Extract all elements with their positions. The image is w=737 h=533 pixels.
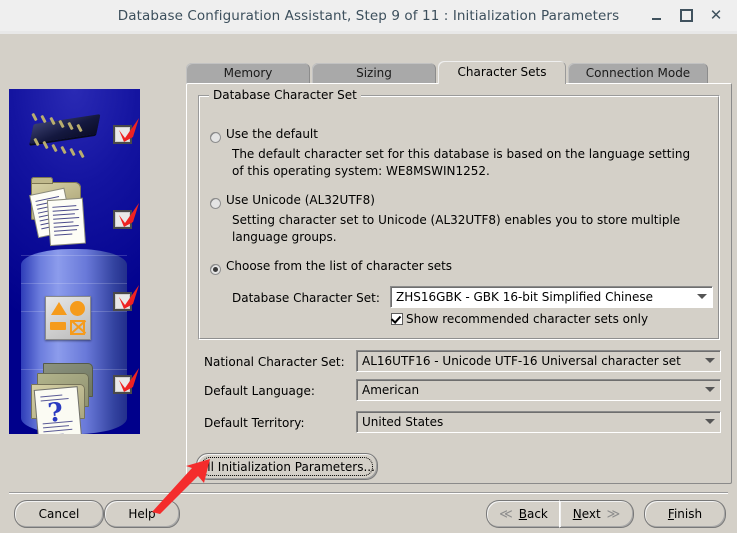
group-title: Database Character Set	[209, 88, 361, 102]
db-charset-label: Database Character Set:	[232, 291, 380, 305]
default-territory-value: United States	[362, 415, 444, 429]
use-the-default-description: The default character set for this datab…	[232, 147, 691, 178]
default-language-value: American	[362, 383, 420, 397]
character-sets-panel: Database Character Set Use the default T…	[186, 83, 732, 484]
tab-memory[interactable]: Memory	[186, 63, 310, 84]
tab-sizing[interactable]: Sizing	[312, 63, 436, 84]
chevron-down-icon	[705, 387, 715, 392]
show-recommended-checkbox[interactable]: Show recommended character sets only	[391, 312, 648, 326]
help-document-icon: ?	[34, 387, 82, 434]
national-charset-label: National Character Set:	[204, 355, 345, 369]
chevron-right-icon: ≫	[606, 506, 621, 522]
radio-use-unicode[interactable]: Use Unicode (AL32UTF8)	[210, 193, 375, 209]
radio-use-the-default[interactable]: Use the default	[210, 127, 318, 143]
window-title: Database Configuration Assistant, Step 9…	[117, 7, 620, 24]
national-charset-value: AL16UTF16 - Unicode UTF-16 Universal cha…	[362, 354, 681, 368]
radio-use-unicode-label: Use Unicode (AL32UTF8)	[226, 193, 375, 207]
minimize-icon[interactable]	[641, 0, 671, 31]
checkmark-3-icon	[113, 285, 139, 315]
checkmark-4-icon	[113, 368, 139, 398]
close-icon[interactable]: ✕	[701, 0, 731, 31]
footer-divider-highlight	[9, 493, 728, 494]
checkmark-1-icon	[113, 118, 139, 148]
question-mark-glyph: ?	[46, 397, 65, 429]
finish-label: Finish	[667, 507, 703, 521]
all-initialization-parameters-button[interactable]: All Initialization Parameters...	[196, 453, 378, 480]
document-icon-2	[47, 198, 85, 245]
next-label: Next	[572, 507, 601, 521]
shapes-panel-icon	[45, 296, 91, 340]
chevron-left-icon: ≪	[499, 506, 513, 522]
use-unicode-description: Setting character set to Unicode (AL32UT…	[232, 213, 681, 244]
finish-button[interactable]: Finish	[644, 500, 726, 528]
default-language-select[interactable]: American	[356, 379, 721, 401]
back-label: Back	[518, 507, 548, 521]
chip-icon	[29, 114, 101, 144]
cancel-button[interactable]: Cancel	[14, 500, 104, 528]
national-charset-select[interactable]: AL16UTF16 - Unicode UTF-16 Universal cha…	[356, 350, 721, 372]
checkmark-2-icon	[113, 203, 139, 233]
chevron-down-icon	[697, 294, 707, 299]
show-recommended-label: Show recommended character sets only	[406, 312, 649, 326]
radio-use-the-default-label: Use the default	[226, 127, 318, 141]
tab-strip: Memory Sizing Character Sets Connection …	[186, 61, 710, 84]
annotation-arrow	[152, 459, 210, 514]
dbca-window: Database Configuration Assistant, Step 9…	[0, 0, 737, 533]
checkbox-icon	[391, 313, 403, 325]
tab-character-sets[interactable]: Character Sets	[438, 61, 566, 84]
database-character-set-group: Database Character Set Use the default T…	[198, 88, 720, 340]
default-language-label: Default Language:	[204, 384, 315, 398]
default-territory-label: Default Territory:	[204, 416, 305, 430]
title-bar: Database Configuration Assistant, Step 9…	[0, 0, 737, 31]
cancel-label: Cancel	[38, 507, 80, 521]
next-button[interactable]: Next ≫	[559, 500, 634, 528]
tab-connection-mode[interactable]: Connection Mode	[568, 63, 708, 84]
titlebar-divider-2	[0, 34, 737, 36]
window-controls: ✕	[641, 0, 731, 31]
radio-choose-from-list-label: Choose from the list of character sets	[226, 259, 453, 273]
chevron-down-icon	[705, 419, 715, 424]
default-territory-select[interactable]: United States	[356, 411, 721, 433]
db-charset-select[interactable]: ZHS16GBK - GBK 16-bit Simplified Chinese	[390, 286, 713, 308]
back-button[interactable]: ≪ Back	[486, 500, 561, 528]
radio-choose-from-list[interactable]: Choose from the list of character sets	[210, 259, 453, 275]
db-charset-value: ZHS16GBK - GBK 16-bit Simplified Chinese	[396, 290, 654, 304]
maximize-icon[interactable]	[671, 0, 701, 31]
wizard-side-graphic: ?	[9, 89, 140, 434]
chevron-down-icon	[705, 358, 715, 363]
